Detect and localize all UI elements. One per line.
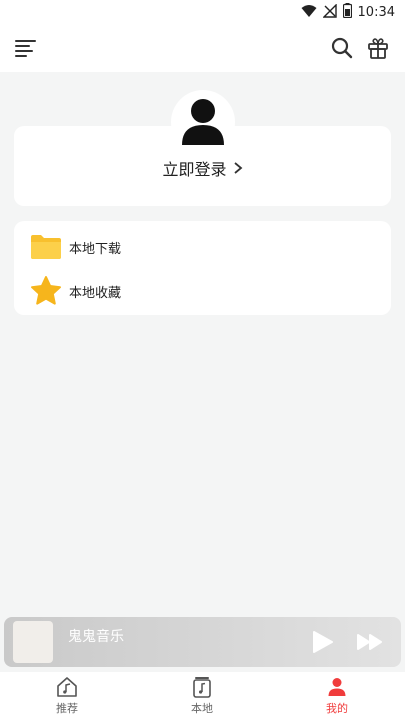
avatar[interactable] <box>171 90 235 154</box>
folder-icon <box>30 231 62 263</box>
menu-item-local-download[interactable]: 本地下载 <box>14 227 391 267</box>
login-link[interactable]: 立即登录 <box>14 156 391 180</box>
play-icon <box>313 631 333 653</box>
next-button[interactable] <box>356 632 384 652</box>
battery-icon <box>342 2 352 22</box>
user-icon <box>328 678 346 696</box>
user-avatar-icon <box>182 99 224 145</box>
album-cover[interactable] <box>13 621 53 663</box>
local-menu-card: 本地下载 本地收藏 <box>14 221 391 315</box>
nav-item-mine[interactable]: 我的 <box>297 672 377 720</box>
nav-item-local[interactable]: 本地 <box>162 672 242 720</box>
track-title: 鬼鬼音乐 <box>68 629 124 645</box>
no-signal-icon <box>321 2 337 22</box>
gift-icon <box>368 38 388 59</box>
menu-icon <box>15 40 36 57</box>
nav-label: 推荐 <box>56 702 78 715</box>
menu-button[interactable] <box>14 36 38 60</box>
status-time: 10:34 <box>357 4 395 20</box>
login-label: 立即登录 <box>162 160 227 179</box>
status-bar: 10:34 <box>0 0 405 24</box>
main-content: 立即登录 本地下载 本地收藏 <box>0 72 405 672</box>
bottom-nav: 推荐 本地 我的 <box>0 672 405 720</box>
chevron-right-icon <box>233 162 242 174</box>
nav-label: 我的 <box>326 702 348 715</box>
search-button[interactable] <box>330 36 354 60</box>
nav-item-recommend[interactable]: 推荐 <box>27 672 107 720</box>
search-icon <box>331 37 353 59</box>
nav-label: 本地 <box>191 702 213 715</box>
gift-button[interactable] <box>366 36 390 60</box>
fast-forward-icon <box>357 634 382 650</box>
menu-item-local-favorites[interactable]: 本地收藏 <box>14 271 391 311</box>
home-music-icon <box>57 677 77 697</box>
play-button[interactable] <box>312 630 334 654</box>
wifi-icon <box>301 3 317 22</box>
menu-item-label: 本地收藏 <box>69 285 122 301</box>
music-file-icon <box>193 677 211 698</box>
top-bar <box>0 24 405 72</box>
star-icon <box>30 275 62 307</box>
menu-item-label: 本地下载 <box>69 241 122 257</box>
mini-player[interactable]: 鬼鬼音乐 <box>4 617 401 667</box>
